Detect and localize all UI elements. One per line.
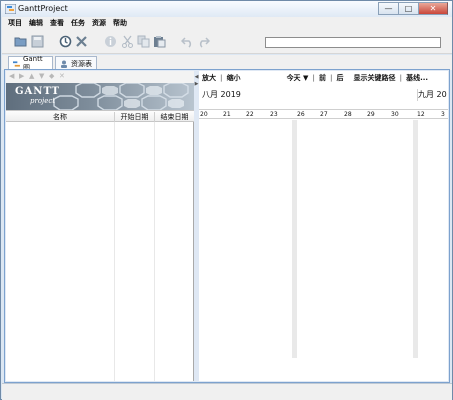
weekend-column — [413, 120, 418, 358]
zoom-out-button[interactable]: 缩小 — [227, 73, 241, 83]
tab-gantt[interactable]: Gantt 图 — [8, 55, 53, 72]
move-down-icon[interactable]: ▼ — [39, 73, 46, 80]
gantt-date-row: 20 21 22 23 26 27 28 29 30 12 3 — [199, 109, 448, 119]
tab-resources[interactable]: 资源表 — [55, 56, 97, 70]
column-start-date[interactable]: 开始日期 — [114, 112, 154, 122]
history-icon[interactable] — [59, 35, 72, 48]
day-label: 20 — [200, 111, 208, 118]
tree-toolbar: ◀ ▶ ▲ ▼ ◆ ✕ — [6, 71, 194, 83]
delete-icon[interactable] — [75, 35, 88, 48]
gantt-month-row: 八月 2019 九月 20 — [199, 89, 448, 101]
day-label: 3 — [441, 111, 445, 118]
link-icon[interactable]: ◆ — [49, 73, 56, 80]
day-label: 22 — [246, 111, 254, 118]
menu-bar: 项目 编辑 查看 任务 资源 帮助 — [2, 17, 452, 29]
move-right-icon[interactable]: ▶ — [19, 73, 26, 80]
paste-icon[interactable] — [153, 35, 166, 48]
day-label: 12 — [417, 111, 425, 118]
toolbar-separator: | — [399, 74, 403, 82]
info-icon[interactable] — [104, 35, 117, 48]
gantt-chart-panel: 放大 | 缩小 今天 ▼ | 前 | 后 显示关键路径 | 基线... 八月 2… — [199, 71, 448, 381]
today-dropdown[interactable]: 今天 ▼ — [287, 73, 309, 83]
menu-help[interactable]: 帮助 — [113, 18, 127, 28]
column-end-date[interactable]: 结束日期 — [154, 112, 194, 122]
task-tree-panel: ◀ ▶ ▲ ▼ ◆ ✕ GANTT project 名称 开始日期 结束日期 — [6, 71, 194, 381]
gantt-tab-icon — [13, 60, 20, 67]
month-label: 八月 2019 — [202, 90, 241, 99]
day-label: 30 — [391, 111, 399, 118]
status-bar — [2, 383, 452, 400]
gantt-project-logo: GANTT project — [6, 83, 194, 110]
window-controls: — □ ✕ — [378, 2, 448, 15]
task-table-header: 名称 开始日期 结束日期 — [6, 110, 194, 122]
month-divider — [417, 89, 418, 101]
logo-wordmark: GANTT — [15, 86, 60, 97]
resource-tab-icon — [61, 60, 67, 68]
app-window: GanttProject — □ ✕ 项目 编辑 查看 任务 资源 帮助 Gan… — [0, 0, 453, 400]
weekend-column — [292, 120, 297, 358]
previous-button[interactable]: 前 — [319, 73, 326, 83]
column-divider — [154, 122, 155, 381]
redo-icon[interactable] — [197, 35, 210, 48]
next-button[interactable]: 后 — [337, 73, 344, 83]
menu-view[interactable]: 查看 — [50, 18, 64, 28]
day-label: 27 — [320, 111, 328, 118]
zoom-in-button[interactable]: 放大 — [202, 73, 216, 83]
gantt-toolbar: 放大 | 缩小 今天 ▼ | 前 | 后 显示关键路径 | 基线... — [199, 71, 448, 85]
column-divider — [114, 122, 115, 381]
day-label: 23 — [270, 111, 278, 118]
minimize-button[interactable]: — — [378, 2, 398, 15]
day-label: 28 — [344, 111, 352, 118]
close-button[interactable]: ✕ — [418, 2, 448, 15]
column-name[interactable]: 名称 — [6, 112, 114, 122]
toolbar-separator: | — [220, 74, 223, 82]
copy-icon[interactable] — [137, 35, 150, 48]
cut-icon[interactable] — [121, 35, 134, 48]
baseline-button[interactable]: 基线... — [406, 73, 428, 83]
maximize-button[interactable]: □ — [398, 2, 418, 15]
move-up-icon[interactable]: ▲ — [29, 73, 36, 80]
open-folder-icon[interactable] — [14, 35, 27, 48]
show-critical-path-button[interactable]: 显示关键路径 — [354, 73, 396, 83]
move-left-icon[interactable]: ◀ — [9, 73, 16, 80]
toolbar-separator: | — [329, 74, 333, 82]
menu-edit[interactable]: 编辑 — [29, 18, 43, 28]
unlink-icon[interactable]: ✕ — [59, 73, 66, 80]
menu-resources[interactable]: 资源 — [92, 18, 106, 28]
search-input[interactable] — [265, 37, 441, 48]
logo-subtitle: project — [30, 97, 56, 105]
day-label: 29 — [367, 111, 375, 118]
undo-icon[interactable] — [181, 35, 194, 48]
day-label: 21 — [223, 111, 231, 118]
menu-project[interactable]: 项目 — [8, 18, 22, 28]
app-icon — [5, 4, 16, 14]
view-tabs: Gantt 图 资源表 — [2, 55, 452, 72]
title-bar: GanttProject — □ ✕ — [1, 1, 452, 17]
toolbar-separator: | — [312, 74, 315, 82]
window-title: GanttProject — [18, 4, 68, 13]
month-label: 九月 20 — [418, 90, 447, 99]
save-icon[interactable] — [31, 35, 44, 48]
day-label: 26 — [297, 111, 305, 118]
tab-resources-label: 资源表 — [71, 59, 92, 68]
menu-tasks[interactable]: 任务 — [71, 18, 85, 28]
